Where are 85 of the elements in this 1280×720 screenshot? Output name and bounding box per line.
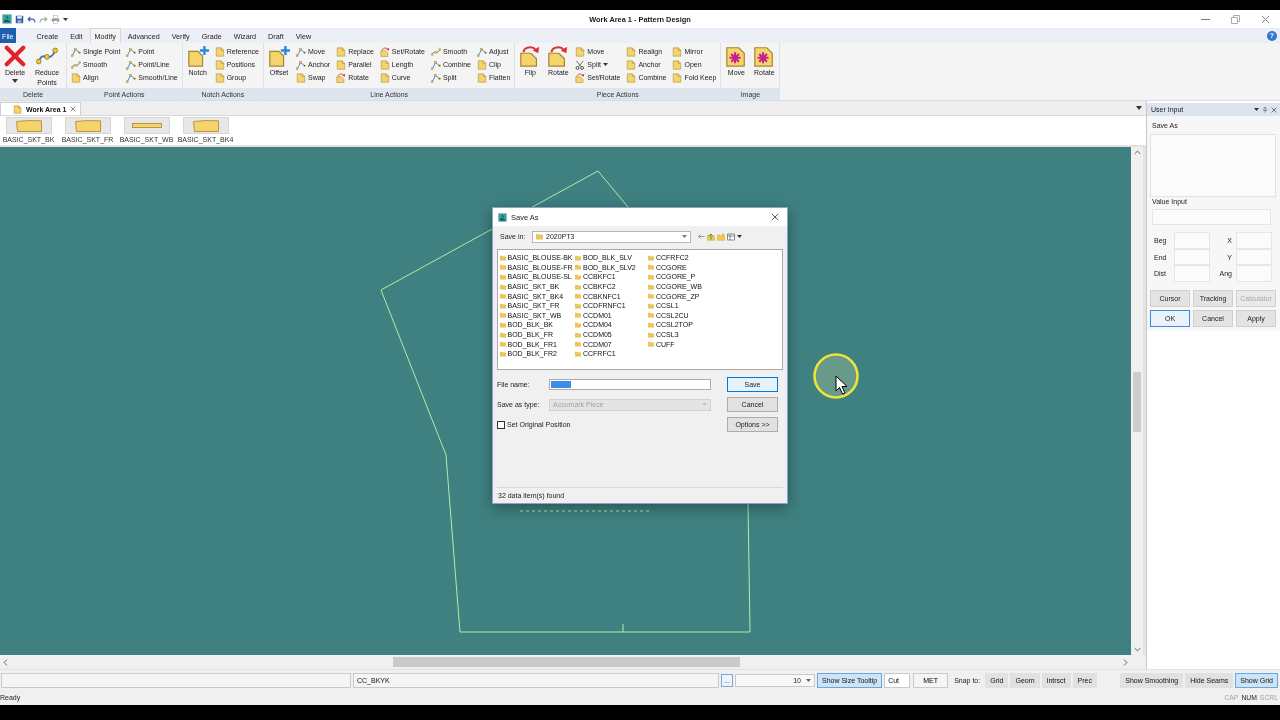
folder-up-icon[interactable] — [707, 232, 715, 241]
sheet-icon — [476, 72, 487, 83]
sheet-icon — [379, 72, 390, 83]
caret-icon — [806, 678, 811, 682]
caret-icon[interactable] — [63, 17, 68, 21]
sheet-arrow-icon — [336, 72, 347, 83]
node-line-icon — [126, 46, 137, 57]
sheet-icon — [672, 46, 683, 57]
sheet-asterisk-icon — [725, 45, 748, 67]
caret-icon — [602, 63, 608, 66]
caret-icon[interactable] — [1136, 106, 1142, 110]
sheet-icon — [71, 72, 81, 83]
sheet-icon — [214, 46, 225, 57]
scissors-icon — [575, 59, 586, 70]
node-line-icon — [126, 59, 137, 70]
node-line-icon — [295, 46, 306, 57]
piece-thumbnail[interactable] — [182, 117, 229, 134]
sheet-icon — [672, 72, 683, 83]
chevron-down-icon[interactable] — [1133, 647, 1141, 652]
command-field[interactable] — [1, 672, 351, 688]
sheet-arrow-icon — [547, 45, 570, 67]
sheet-icon — [336, 59, 347, 70]
piece-thumbnail[interactable] — [5, 117, 52, 134]
folder-icon — [536, 233, 543, 240]
caret-icon[interactable] — [737, 235, 742, 238]
node-line-icon — [430, 72, 441, 83]
file-name-field[interactable] — [549, 379, 711, 390]
caret-icon — [12, 79, 18, 83]
chevron-up-icon[interactable] — [1133, 150, 1141, 155]
sheet-icon — [626, 46, 637, 57]
close-icon[interactable] — [1271, 106, 1277, 113]
piece-shape-icon — [131, 123, 162, 128]
piece-shape-icon — [192, 119, 219, 132]
node-line-icon — [295, 59, 306, 70]
sheet-arrow-icon — [575, 72, 586, 83]
new-folder-icon[interactable] — [717, 232, 725, 241]
app-logo-icon — [2, 14, 12, 24]
restore-icon — [1230, 14, 1240, 24]
dotted-curve-icon — [430, 46, 441, 57]
sheet-arrow-icon — [379, 46, 390, 57]
caret-icon — [702, 403, 707, 406]
close-icon — [771, 213, 779, 221]
piece-thumbnail[interactable] — [123, 117, 170, 134]
close-icon[interactable] — [70, 106, 77, 112]
sheet-icon — [626, 72, 637, 83]
cross-icon — [4, 45, 26, 67]
save-icon[interactable] — [15, 14, 24, 24]
sheet-icon — [214, 59, 225, 70]
node-line-icon — [430, 59, 441, 70]
sheet-plus-icon — [186, 45, 209, 67]
view-grid-icon[interactable] — [727, 232, 735, 241]
sheet-plus-icon — [267, 45, 290, 67]
sheet-icon — [575, 46, 586, 57]
caret-icon — [682, 235, 687, 238]
sheet-arrow-icon — [519, 45, 542, 67]
checkbox[interactable] — [497, 420, 505, 429]
dotted-curve-icon — [71, 59, 81, 70]
sheet-icon — [476, 59, 487, 70]
sheet-icon — [626, 59, 637, 70]
sheet-asterisk-icon — [753, 45, 776, 67]
node-line-icon — [476, 46, 487, 57]
piece-shape-icon — [74, 119, 101, 132]
piece-thumbnail[interactable] — [64, 117, 111, 134]
node-line-icon — [71, 46, 81, 57]
sheet-icon — [13, 104, 22, 114]
minimize-icon — [1200, 18, 1210, 20]
sheet-icon — [214, 72, 225, 83]
back-arrow-icon[interactable] — [698, 233, 705, 240]
undo-icon[interactable] — [27, 14, 36, 24]
scroll-thumb[interactable] — [393, 657, 740, 667]
sheet-icon — [672, 59, 683, 70]
chevron-left-icon[interactable] — [3, 658, 8, 666]
node-line-icon — [126, 72, 137, 83]
scroll-thumb[interactable] — [1133, 372, 1141, 432]
sheet-icon — [379, 59, 390, 70]
sheet-icon — [295, 72, 306, 83]
caret-icon[interactable] — [1254, 108, 1259, 111]
sheet-icon — [336, 46, 347, 57]
piece-shape-icon — [15, 119, 42, 132]
app-logo-icon — [498, 212, 507, 222]
pointer-highlight-icon — [813, 353, 859, 399]
selected-text-highlight — [551, 381, 571, 388]
chevron-right-icon[interactable] — [1123, 658, 1128, 666]
close-icon — [1260, 14, 1270, 24]
dotted-curve-icon — [36, 45, 58, 67]
